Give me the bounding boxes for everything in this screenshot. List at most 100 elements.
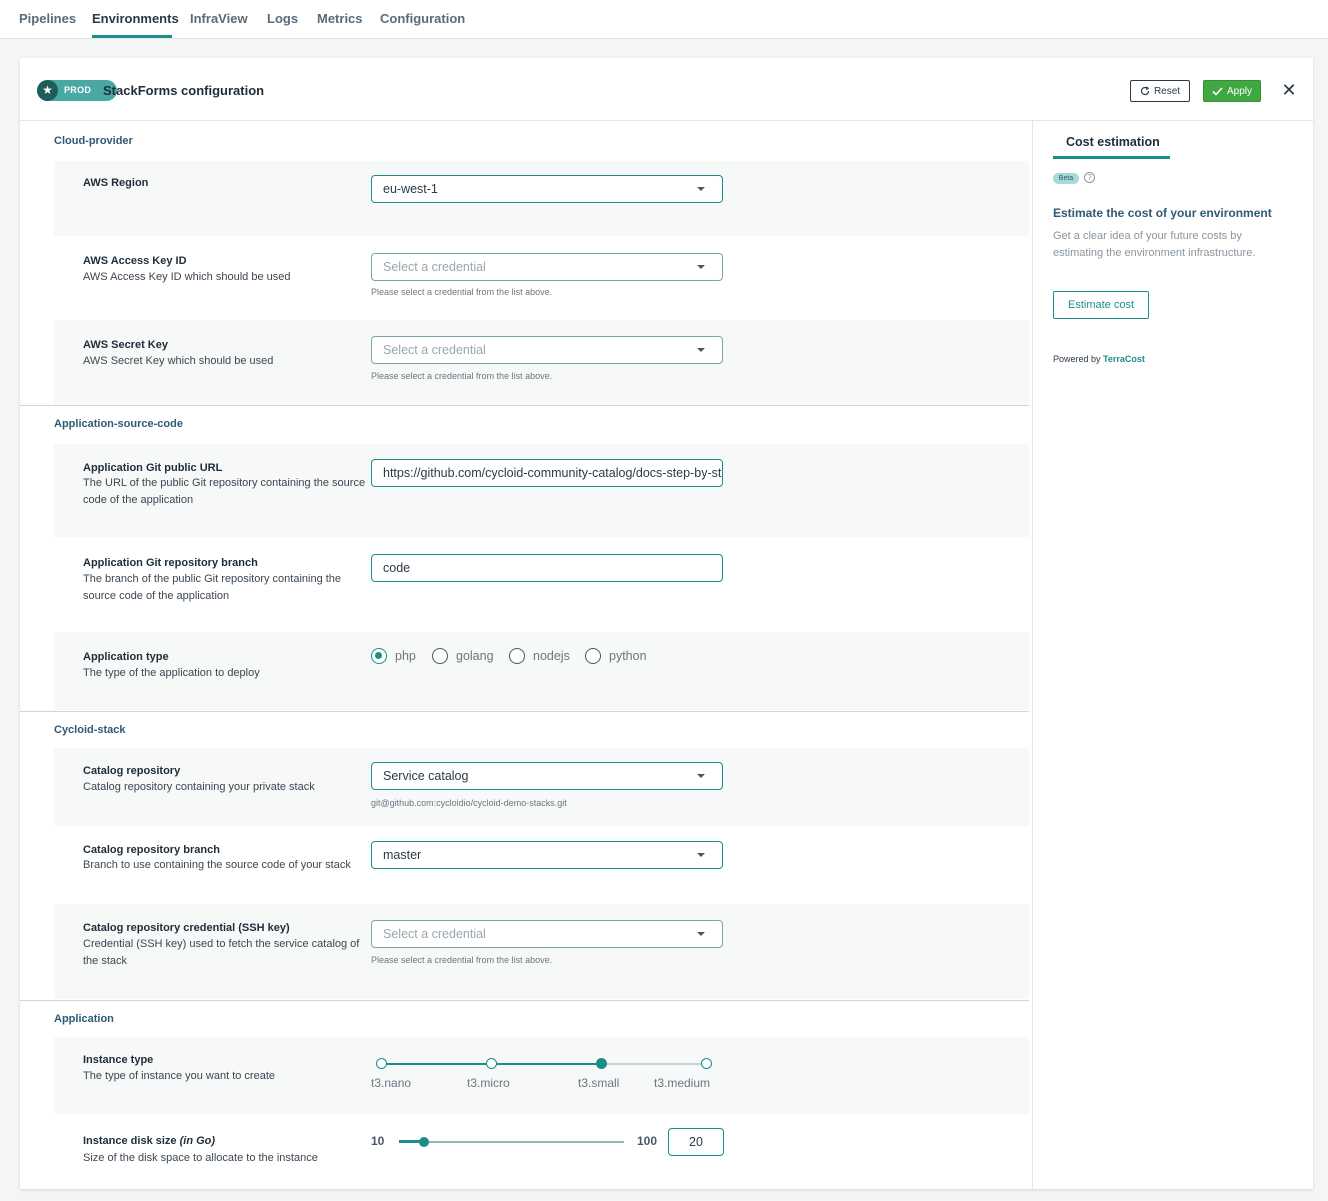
aws-secret-key-placeholder: Select a credential <box>383 343 486 357</box>
aws-secret-key-description: AWS Secret Key which should be used <box>83 355 274 367</box>
section-divider <box>20 405 1029 406</box>
chevron-down-icon <box>697 265 705 269</box>
reset-button-label: Reset <box>1153 85 1181 97</box>
git-url-description: The URL of the public Git repository con… <box>83 477 366 506</box>
apply-button-label: Apply <box>1226 85 1252 97</box>
catalog-repository-value: Service catalog <box>383 769 469 783</box>
tab-pipelines[interactable]: Pipelines <box>19 11 76 26</box>
aws-region-label: AWS Region <box>83 177 149 189</box>
disk-size-label-unit: (in Go) <box>179 1135 216 1147</box>
radio-indicator <box>509 648 525 664</box>
radio-python-label: python <box>609 649 647 663</box>
cost-estimation-description: Get a clear idea of your future costs by… <box>1053 230 1256 259</box>
git-branch-input[interactable]: code <box>371 554 723 582</box>
panel-header: ★ PROD StackForms configuration Reset Ap… <box>20 58 1313 121</box>
field-aws-access-key: AWS Access Key ID AWS Access Key ID whic… <box>54 239 1029 319</box>
field-aws-secret-key: AWS Secret Key AWS Secret Key which shou… <box>54 320 1029 405</box>
disk-size-input[interactable]: 20 <box>668 1128 724 1156</box>
beta-badge: Beta <box>1053 173 1079 184</box>
aws-access-key-description: AWS Access Key ID which should be used <box>83 271 291 283</box>
aws-access-key-hint: Please select a credential from the list… <box>371 287 553 297</box>
catalog-branch-select[interactable]: master <box>371 841 723 869</box>
radio-indicator <box>432 648 448 664</box>
powered-by: Powered by TerraCost <box>1053 354 1145 364</box>
catalog-repository-select[interactable]: Service catalog <box>371 762 723 790</box>
slider-track <box>601 1063 706 1065</box>
aws-secret-key-label: AWS Secret Key <box>83 339 168 351</box>
tab-logs[interactable]: Logs <box>267 11 298 26</box>
close-icon[interactable]: ✕ <box>1280 80 1298 100</box>
slider-step-t3-medium[interactable] <box>701 1058 712 1069</box>
catalog-repository-label: Catalog repository <box>83 765 181 777</box>
field-git-branch: Application Git repository branch The br… <box>54 539 1029 631</box>
section-title-application-source-code: Application-source-code <box>54 418 183 430</box>
reset-button[interactable]: Reset <box>1130 80 1190 102</box>
slider-step-t3-small[interactable] <box>596 1058 607 1069</box>
estimate-cost-button[interactable]: Estimate cost <box>1053 291 1149 319</box>
aws-access-key-placeholder: Select a credential <box>383 260 486 274</box>
active-tab-indicator <box>92 35 172 38</box>
radio-php[interactable]: php <box>371 648 416 664</box>
top-nav: Pipelines Environments InfraView Logs Me… <box>0 0 1328 39</box>
tab-environments[interactable]: Environments <box>92 11 179 26</box>
git-url-label: Application Git public URL <box>83 462 223 474</box>
field-catalog-repository: Catalog repository Catalog repository co… <box>54 748 1029 826</box>
catalog-branch-label: Catalog repository branch <box>83 844 220 856</box>
radio-python[interactable]: python <box>585 648 647 664</box>
catalog-branch-value: master <box>383 848 422 862</box>
catalog-credential-description: Credential (SSH key) used to fetch the s… <box>83 938 360 967</box>
aws-secret-key-select[interactable]: Select a credential <box>371 336 723 364</box>
disk-size-slider-thumb[interactable] <box>419 1137 429 1147</box>
chevron-down-icon <box>697 853 705 857</box>
disk-size-description: Size of the disk space to allocate to th… <box>83 1152 318 1164</box>
field-catalog-credential: Catalog repository credential (SSH key) … <box>54 904 1029 999</box>
disk-size-label-main: Instance disk size <box>83 1135 180 1147</box>
instance-type-slider[interactable]: t3.nano t3.micro t3.small t3.medium <box>371 1057 716 1097</box>
catalog-branch-description: Branch to use containing the source code… <box>83 859 351 871</box>
tab-metrics[interactable]: Metrics <box>317 11 363 26</box>
aws-region-value: eu-west-1 <box>383 182 438 196</box>
environment-badge-label: PROD <box>64 85 92 95</box>
section-title-cloud-provider: Cloud-provider <box>54 135 133 147</box>
disk-size-max: 100 <box>637 1134 658 1148</box>
field-application-type: Application type The type of the applica… <box>54 632 1029 710</box>
instance-type-description: The type of instance you want to create <box>83 1070 276 1082</box>
application-type-label: Application type <box>83 651 169 663</box>
slider-step-t3-nano[interactable] <box>376 1058 387 1069</box>
disk-size-track <box>399 1141 624 1143</box>
section-divider <box>20 711 1029 712</box>
powered-by-prefix: Powered by <box>1053 354 1104 364</box>
cost-estimation-heading: Estimate the cost of your environment <box>1053 206 1272 220</box>
radio-golang[interactable]: golang <box>432 648 494 664</box>
catalog-credential-placeholder: Select a credential <box>383 927 486 941</box>
cost-estimation-sidebar: Cost estimation Beta ? Estimate the cost… <box>1034 121 1313 1189</box>
tab-cost-estimation[interactable]: Cost estimation <box>1066 135 1160 149</box>
git-url-input[interactable]: https://github.com/cycloid-community-cat… <box>371 459 723 487</box>
field-disk-size: Instance disk size (in Go) Size of the d… <box>54 1117 1029 1189</box>
catalog-credential-select[interactable]: Select a credential <box>371 920 723 948</box>
panel-title: StackForms configuration <box>103 83 265 98</box>
section-title-cycloid-stack: Cycloid-stack <box>54 724 126 736</box>
radio-nodejs[interactable]: nodejs <box>509 648 570 664</box>
tab-configuration[interactable]: Configuration <box>380 11 465 26</box>
field-instance-type: Instance type The type of instance you w… <box>54 1037 1029 1114</box>
slider-step-t3-micro[interactable] <box>486 1058 497 1069</box>
help-icon[interactable]: ? <box>1084 172 1095 183</box>
slider-label-t3-micro: t3.micro <box>467 1076 510 1090</box>
git-branch-description: The branch of the public Git repository … <box>83 573 342 602</box>
instance-type-label: Instance type <box>83 1054 154 1066</box>
stack-form: Cloud-provider AWS Region eu-west-1 AWS … <box>20 121 1033 1189</box>
section-title-application: Application <box>54 1013 114 1025</box>
radio-indicator <box>371 648 387 664</box>
radio-php-label: php <box>395 649 416 663</box>
slider-label-t3-medium: t3.medium <box>654 1076 711 1090</box>
field-git-url: Application Git public URL The URL of th… <box>54 444 1029 537</box>
terracost-link[interactable]: TerraCost <box>1103 354 1145 364</box>
aws-secret-key-hint: Please select a credential from the list… <box>371 371 553 381</box>
aws-region-select[interactable]: eu-west-1 <box>371 175 723 203</box>
apply-button[interactable]: Apply <box>1203 80 1261 102</box>
catalog-repository-hint: git@github.com:cycloidio/cycloid-demo-st… <box>371 798 567 808</box>
field-catalog-branch: Catalog repository branch Branch to use … <box>54 827 1029 903</box>
tab-infraview[interactable]: InfraView <box>190 11 248 26</box>
aws-access-key-select[interactable]: Select a credential <box>371 253 723 281</box>
